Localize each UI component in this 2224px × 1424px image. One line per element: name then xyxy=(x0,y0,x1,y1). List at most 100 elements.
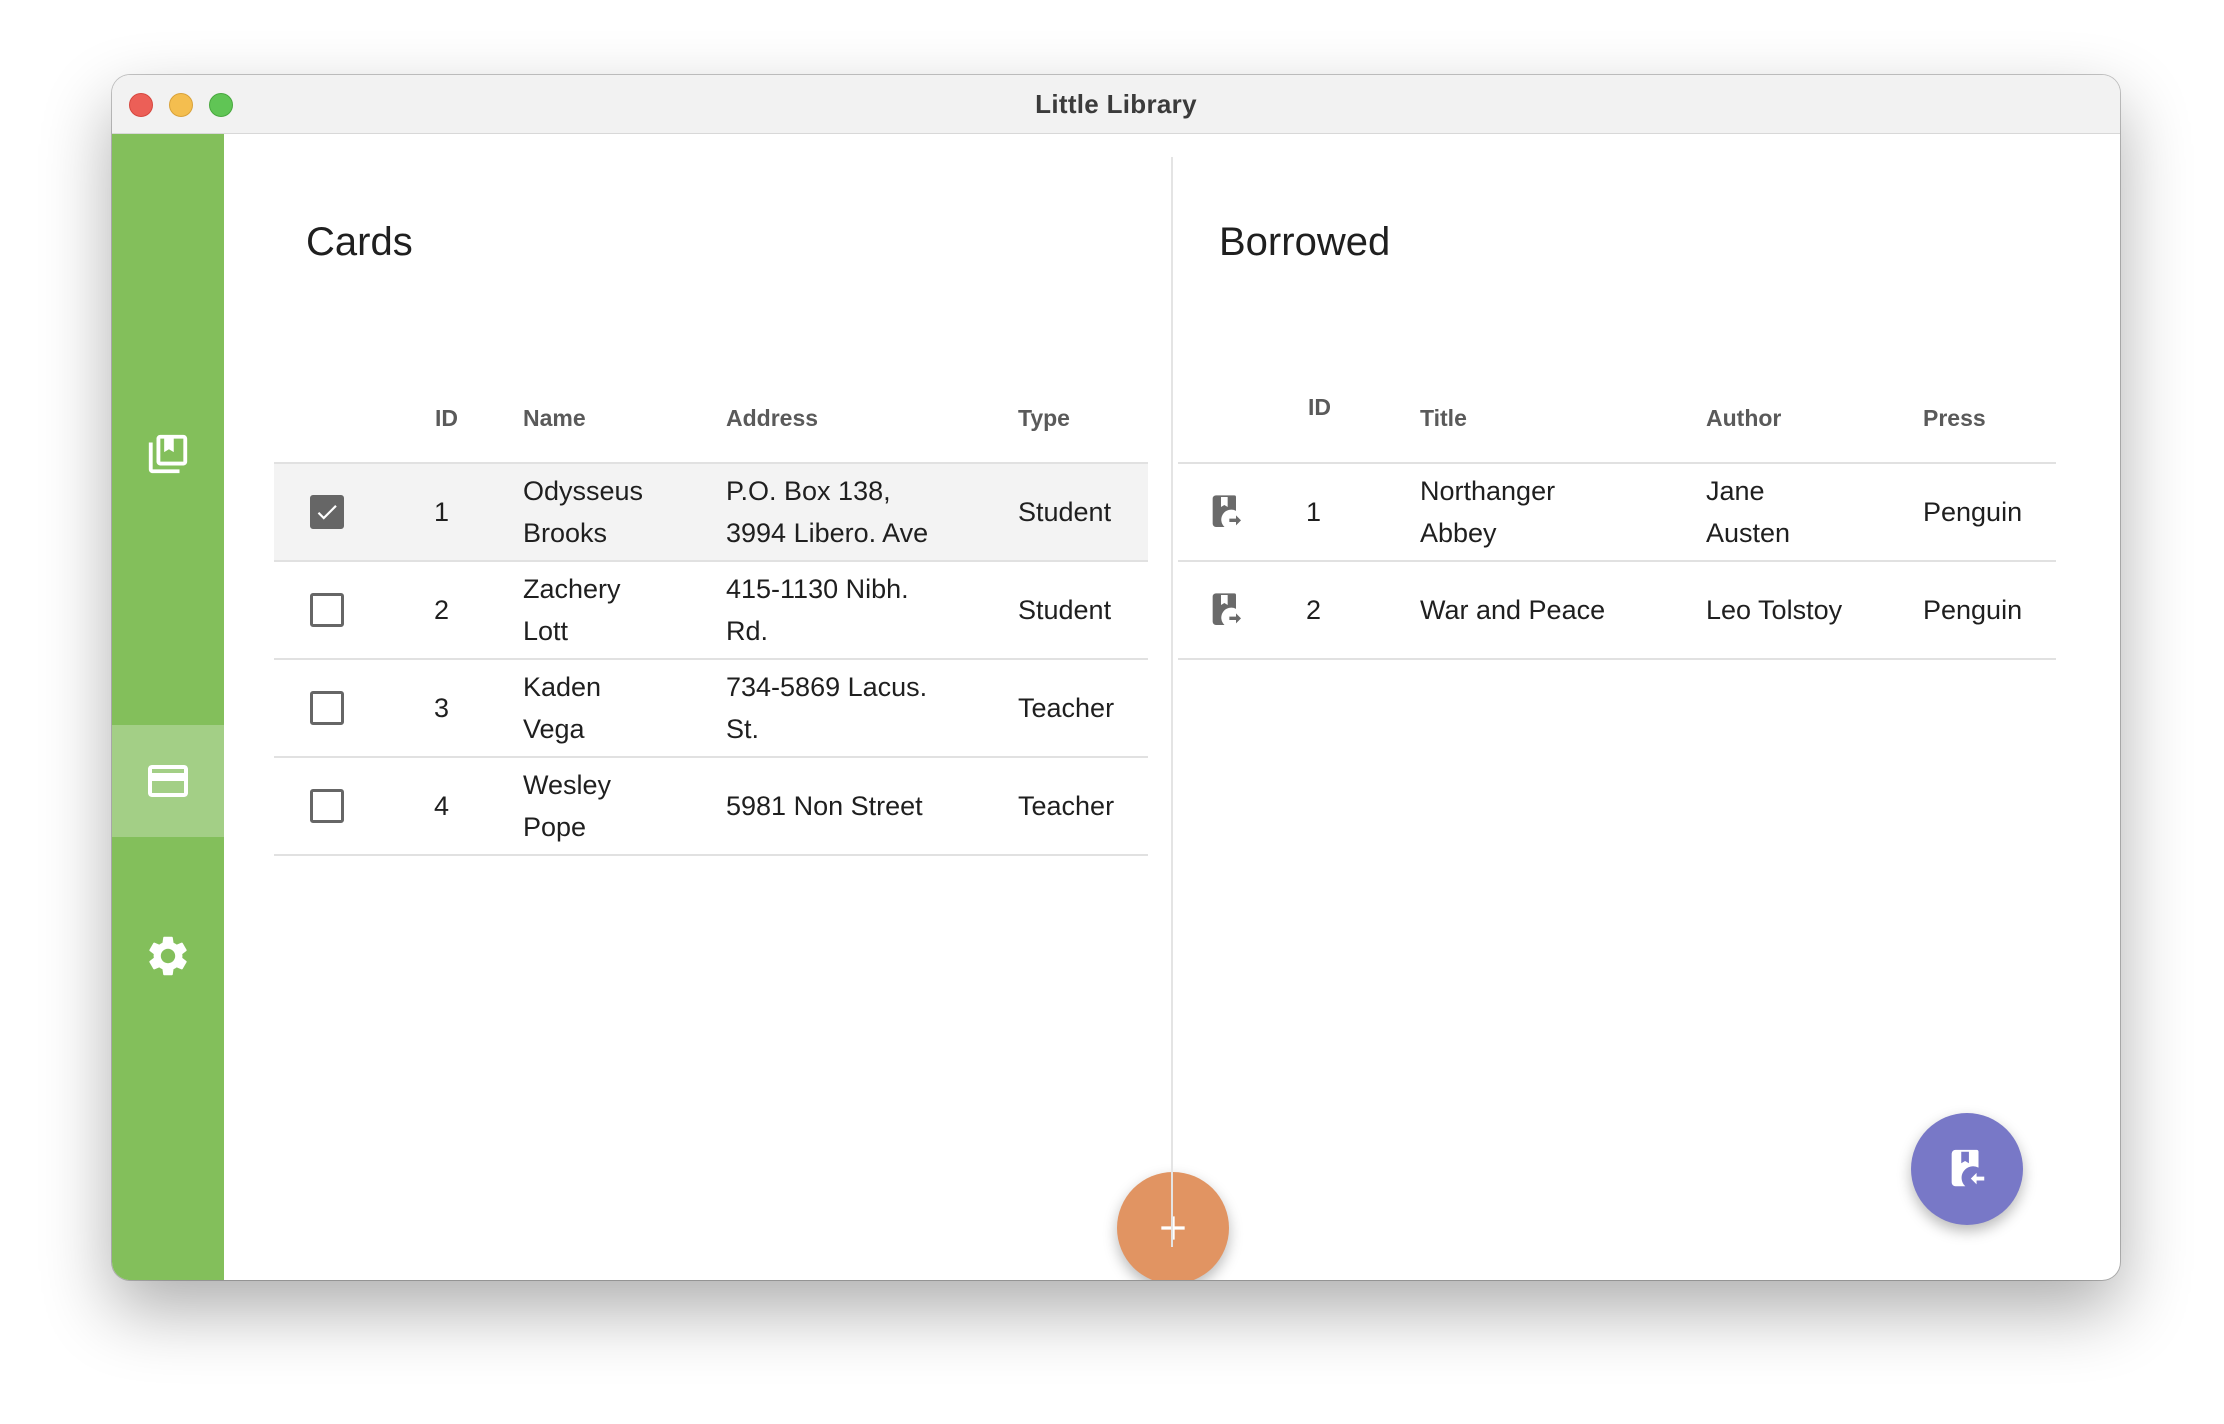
cell-line: St. xyxy=(726,714,760,744)
borrowed-title: War and Peace xyxy=(1420,562,1605,658)
card-name-text: Kaden Vega xyxy=(523,666,601,750)
card-address: P.O. Box 138, 3994 Libero. Ave xyxy=(726,464,928,560)
card-address-text: 415-1130 Nibh. Rd. xyxy=(726,568,909,652)
borrowed-title: Northanger Abbey xyxy=(1420,464,1555,560)
card-name: Wesley Pope xyxy=(523,758,611,854)
borrowed-author-text: Jane Austen xyxy=(1706,470,1790,554)
nav-settings[interactable] xyxy=(112,900,224,1012)
row-checkbox[interactable] xyxy=(310,495,344,529)
nav-cards[interactable] xyxy=(112,725,224,837)
cell-line: 734-5869 Lacus. xyxy=(726,672,928,702)
card-address-text: P.O. Box 138, 3994 Libero. Ave xyxy=(726,470,928,554)
cell-line: 415-1130 Nibh. xyxy=(726,574,909,604)
column-header-id[interactable]: ID xyxy=(435,374,458,462)
return-action-cell[interactable] xyxy=(1206,464,1246,560)
cell-line: 5981 Non Street xyxy=(726,791,923,821)
card-id: 3 xyxy=(434,693,450,723)
row-checkbox[interactable] xyxy=(310,789,344,823)
credit-card-icon xyxy=(148,765,188,797)
cell-line: Abbey xyxy=(1420,518,1497,548)
cell-line: Austen xyxy=(1706,518,1791,548)
nav-books[interactable] xyxy=(112,398,224,510)
checkbox-cell xyxy=(310,562,344,658)
book-borrowed-icon[interactable] xyxy=(1206,590,1246,630)
checkbox-cell xyxy=(310,464,344,560)
cell-line: War and Peace xyxy=(1420,595,1606,625)
column-header-type[interactable]: Type xyxy=(1018,374,1070,462)
borrowed-title: Borrowed xyxy=(1219,220,1391,264)
borrowed-pane: Borrowed ID Title Author Press 1 Northang… xyxy=(1166,134,2120,1280)
cell-line: Vega xyxy=(523,714,585,744)
cell-line: 3994 Libero. Ave xyxy=(726,518,929,548)
cards-pane: Cards ID Name Address Type 1 Odysseus Broo… xyxy=(224,134,1229,1280)
column-header-press[interactable]: Press xyxy=(1923,374,1986,462)
cell-line: Wesley xyxy=(523,770,612,800)
borrowed-press: Penguin xyxy=(1923,497,2023,527)
row-checkbox[interactable] xyxy=(310,691,344,725)
column-header-title[interactable]: Title xyxy=(1420,374,1467,462)
column-header-author[interactable]: Author xyxy=(1706,374,1781,462)
checkbox-cell xyxy=(310,758,344,854)
card-name: Kaden Vega xyxy=(523,660,601,756)
borrowed-row[interactable]: 2 War and Peace Leo Tolstoy Penguin xyxy=(1178,562,2056,660)
cell-line: Lott xyxy=(523,616,569,646)
app-window: Little Library Cards ID Name Address Typ… xyxy=(112,75,2120,1280)
card-address-text: 5981 Non Street xyxy=(726,785,923,827)
checkmark-icon xyxy=(317,505,337,520)
borrowed-title-text: War and Peace xyxy=(1420,589,1605,631)
column-header-name[interactable]: Name xyxy=(523,374,586,462)
cell-line: Odysseus xyxy=(523,476,644,506)
card-row[interactable]: 3 Kaden Vega 734-5869 Lacus. St. Teacher xyxy=(274,660,1148,758)
navigation-rail xyxy=(112,134,224,1280)
cell-line: Leo Tolstoy xyxy=(1706,595,1843,625)
card-name: Odysseus Brooks xyxy=(523,464,643,560)
card-id: 2 xyxy=(434,595,450,625)
card-type: Student xyxy=(1018,595,1112,625)
borrowed-id: 1 xyxy=(1306,497,1322,527)
book-return-icon xyxy=(1951,1149,1985,1187)
card-row[interactable]: 4 Wesley Pope 5981 Non Street Teacher xyxy=(274,758,1148,856)
card-type: Teacher xyxy=(1018,791,1115,821)
cards-table: ID Name Address Type 1 Odysseus Brooks P.O.… xyxy=(274,374,1148,856)
card-type: Teacher xyxy=(1018,693,1115,723)
card-address-text: 734-5869 Lacus. St. xyxy=(726,666,927,750)
card-id: 1 xyxy=(434,497,450,527)
column-header-id[interactable]: ID xyxy=(1308,374,1331,462)
cell-line: Brooks xyxy=(523,518,608,548)
card-row[interactable]: 2 Zachery Lott 415-1130 Nibh. Rd. Student xyxy=(274,562,1148,660)
borrowed-author: Jane Austen xyxy=(1706,464,1790,560)
cards-table-header: ID Name Address Type xyxy=(274,374,1148,464)
column-header-address[interactable]: Address xyxy=(726,374,818,462)
borrowed-author: Leo Tolstoy xyxy=(1706,562,1842,658)
card-name-text: Zachery Lott xyxy=(523,568,621,652)
cell-line: Pope xyxy=(523,812,587,842)
borrowed-table-header: ID Title Author Press xyxy=(1178,374,2056,464)
gear-icon xyxy=(149,936,187,976)
card-name: Zachery Lott xyxy=(523,562,621,658)
borrowed-table: ID Title Author Press 1 Northanger Abbey Ja… xyxy=(1178,374,2056,660)
borrowed-row[interactable]: 1 Northanger Abbey Jane Austen Penguin xyxy=(1178,464,2056,562)
book-borrowed-icon[interactable] xyxy=(1206,492,1246,532)
card-name-text: Wesley Pope xyxy=(523,764,611,848)
cell-line: Kaden xyxy=(523,672,602,702)
cell-line: Rd. xyxy=(726,616,769,646)
card-type: Student xyxy=(1018,497,1112,527)
window-title: Little Library xyxy=(1035,89,1197,119)
card-id: 4 xyxy=(434,791,450,821)
card-row[interactable]: 1 Odysseus Brooks P.O. Box 138, 3994 Libero.… xyxy=(274,464,1148,562)
cell-line: P.O. Box 138, xyxy=(726,476,891,506)
borrowed-id: 2 xyxy=(1306,595,1322,625)
checkbox-cell xyxy=(310,660,344,756)
card-address: 734-5869 Lacus. St. xyxy=(726,660,927,756)
title-bar: Little Library xyxy=(112,75,2120,134)
return-action-cell[interactable] xyxy=(1206,562,1246,658)
row-checkbox[interactable] xyxy=(310,593,344,627)
return-book-button[interactable] xyxy=(1911,1113,2023,1225)
borrowed-author-text: Leo Tolstoy xyxy=(1706,589,1842,631)
books-icon xyxy=(148,434,188,474)
cell-line: Northanger xyxy=(1420,476,1556,506)
card-address: 5981 Non Street xyxy=(726,758,923,854)
borrowed-press: Penguin xyxy=(1923,595,2023,625)
card-address: 415-1130 Nibh. Rd. xyxy=(726,562,909,658)
cell-line: Zachery xyxy=(523,574,621,604)
